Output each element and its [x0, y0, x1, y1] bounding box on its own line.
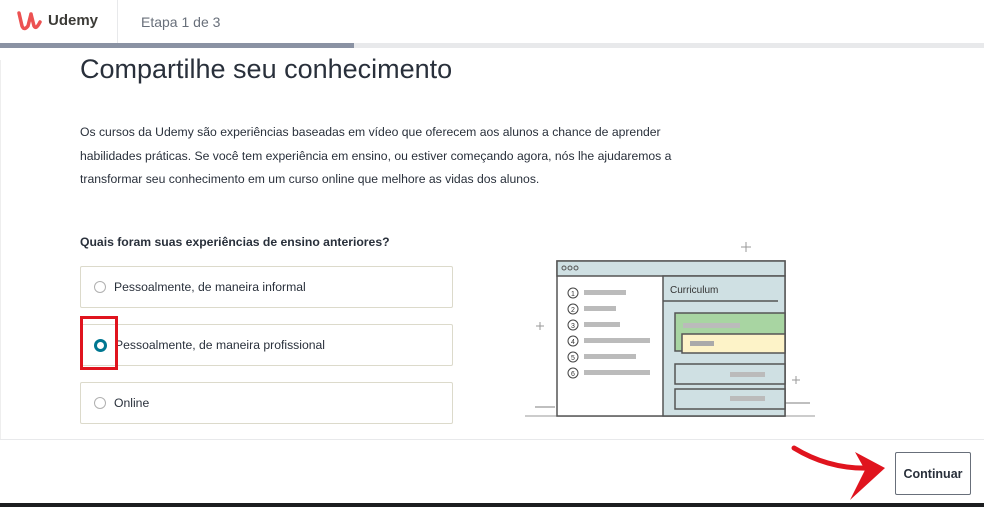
list-placeholder-line	[584, 354, 636, 359]
progress-fill	[0, 43, 355, 48]
page-title: Compartilhe seu conhecimento	[80, 54, 453, 84]
description: Os cursos da Udemy são experiências base…	[80, 125, 672, 186]
option-professional[interactable]: Pessoalmente, de maneira profissional	[80, 324, 453, 366]
list-placeholder-line	[584, 370, 650, 375]
list-placeholder-line	[584, 338, 650, 343]
step-indicator: Etapa 1 de 3	[141, 14, 221, 30]
list-number: 3	[571, 323, 575, 330]
header: Udemy Etapa 1 de 3	[0, 0, 984, 44]
highlight-box	[80, 316, 118, 370]
list-placeholder-line	[584, 290, 626, 295]
brand-name: Udemy	[48, 11, 99, 29]
udemy-logo[interactable]: Udemy	[16, 8, 98, 32]
list-placeholder-line	[584, 306, 616, 311]
red-arrow-annotation	[791, 445, 885, 500]
option-label: Online	[114, 396, 150, 410]
question-label: Quais foram suas experiências de ensino …	[80, 235, 390, 249]
option-online[interactable]: Online	[80, 382, 453, 424]
udemy-logo-icon	[17, 11, 42, 31]
divider	[0, 60, 1, 440]
panel-title: Curriculum	[670, 285, 718, 296]
continue-button[interactable]: Continuar	[895, 452, 971, 495]
list-number: 4	[571, 339, 575, 346]
list-placeholder-line	[584, 322, 620, 327]
progress-bar	[0, 43, 984, 48]
option-label: Pessoalmente, de maneira profissional	[115, 338, 326, 352]
list-number: 5	[571, 355, 575, 362]
option-informal[interactable]: Pessoalmente, de maneira informal	[80, 266, 453, 308]
radio-button[interactable]	[94, 281, 106, 293]
list-number: 6	[571, 371, 575, 378]
list-number: 1	[571, 291, 575, 298]
list-number: 2	[571, 307, 575, 314]
bottom-bar	[0, 503, 984, 507]
curriculum-illustration: Curriculum 1 2 3 4 5 6	[525, 242, 815, 417]
option-label: Pessoalmente, de maneira informal	[114, 280, 306, 294]
radio-button[interactable]	[94, 397, 106, 409]
divider	[117, 0, 118, 44]
